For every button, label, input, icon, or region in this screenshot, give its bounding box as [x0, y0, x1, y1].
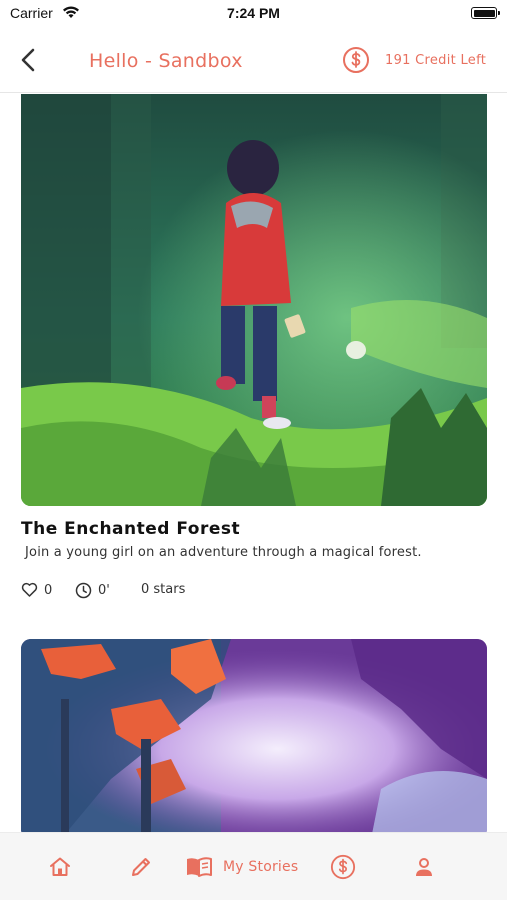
home-icon [50, 857, 70, 876]
clock: 7:24 PM [227, 5, 280, 21]
stars-count: 0 stars [141, 582, 185, 597]
story-description: Join a young girl on an adventure throug… [25, 545, 422, 560]
tab-profile[interactable] [412, 853, 436, 881]
tab-home[interactable] [48, 853, 72, 881]
tab-my-stories-label: My Stories [223, 859, 299, 875]
tab-my-stories[interactable]: My Stories [185, 853, 298, 881]
person-icon [416, 858, 432, 876]
duration-value: 0' [98, 583, 110, 598]
status-bar: Carrier 7:24 PM [0, 0, 507, 30]
back-button[interactable] [14, 44, 44, 76]
likes-value: 0 [44, 582, 53, 598]
tab-create[interactable] [129, 853, 153, 881]
pencil-icon [132, 858, 150, 876]
read-time: 0' [75, 582, 110, 599]
story-cover-image[interactable] [21, 94, 487, 506]
app-header: Hello - Sandbox 191 Credit Left [0, 30, 507, 93]
purple-forest-illustration [21, 639, 487, 832]
forest-illustration [21, 94, 487, 506]
bottom-tab-bar: My Stories [0, 832, 507, 900]
stars-value: 0 stars [141, 582, 186, 597]
likes-count[interactable]: 0 [21, 582, 52, 598]
tab-credits[interactable] [330, 853, 356, 881]
story-cover-image[interactable] [21, 639, 487, 832]
dollar-circle-icon[interactable] [342, 46, 370, 74]
story-title[interactable]: The Enchanted Forest [21, 519, 240, 539]
heart-icon [21, 582, 38, 597]
book-icon [187, 857, 212, 877]
page-title: Hello - Sandbox [89, 50, 243, 72]
clock-icon [75, 582, 92, 599]
story-feed[interactable]: The Enchanted Forest Join a young girl o… [0, 94, 507, 832]
dollar-icon [330, 854, 356, 880]
battery-icon [471, 7, 500, 19]
credits-remaining[interactable]: 191 Credit Left [385, 53, 486, 68]
